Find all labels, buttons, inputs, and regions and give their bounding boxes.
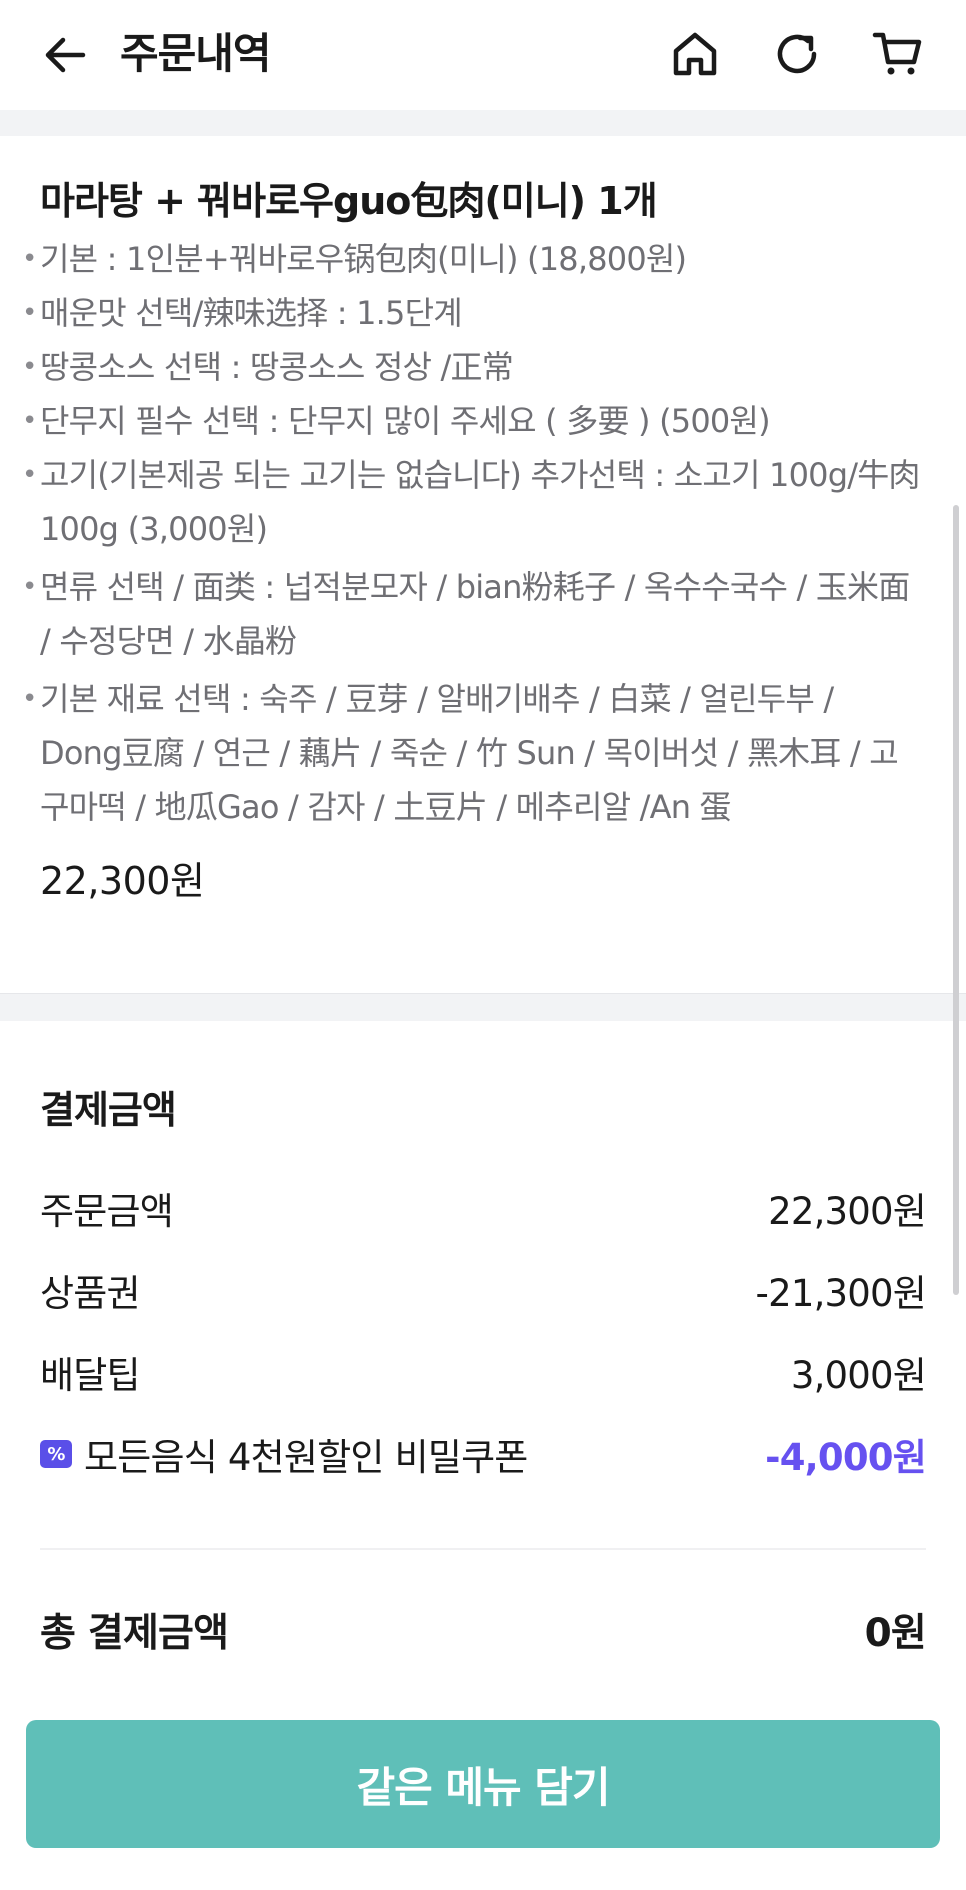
- option-text: 기본 재료 선택 : 숙주 / 豆芽 / 알배기배추 / 白菜 / 얼린두부 /…: [40, 680, 899, 826]
- voucher-row: 상품권 -21,300원: [40, 1260, 927, 1320]
- app-header: 주문내역: [0, 0, 966, 110]
- option-line: • 면류 선택 / 面类 : 넙적분모자 / bian粉耗子 / 옥수수국수 / …: [22, 560, 920, 668]
- coupon-icon: %: [40, 1440, 72, 1468]
- option-line: • 땅콩소스 선택 : 땅콩소스 정상 /正常: [22, 340, 920, 394]
- delivery-tip-value: 3,000원: [790, 1354, 927, 1397]
- option-line: • 단무지 필수 선택 : 단무지 많이 주세요 ( 多要 ) (500원): [22, 394, 920, 448]
- option-text: 매운맛 선택/辣味选择 : 1.5단계: [40, 294, 463, 332]
- coupon-row: % 모든음식 4천원할인 비밀쿠폰 -4,000원: [40, 1424, 927, 1484]
- bullet-icon: •: [22, 572, 37, 602]
- scrollbar[interactable]: [953, 505, 959, 1295]
- voucher-value: -21,300원: [755, 1272, 927, 1315]
- order-amount-label: 주문금액: [40, 1190, 174, 1233]
- option-text: 면류 선택 / 面类 : 넙적분모자 / bian粉耗子 / 옥수수국수 / 玉…: [40, 568, 910, 660]
- bullet-icon: •: [22, 406, 37, 436]
- option-line: • 매운맛 선택/辣味选择 : 1.5단계: [22, 286, 920, 340]
- coupon-value: -4,000원: [765, 1436, 927, 1479]
- refresh-icon: [777, 34, 817, 74]
- bullet-icon: •: [22, 684, 37, 714]
- section-gap: [0, 993, 966, 1021]
- total-value: 0원: [864, 1611, 927, 1656]
- bullet-icon: •: [22, 460, 37, 490]
- menu-title: 마라탕 + 꿔바로우guo包肉(미니) 1개: [40, 179, 658, 223]
- option-line: • 고기(기본제공 되는 고기는 없습니다) 추가선택 : 소고기 100g/牛肉…: [22, 448, 920, 556]
- coupon-label-group: % 모든음식 4천원할인 비밀쿠폰: [40, 1427, 528, 1481]
- voucher-label: 상품권: [40, 1272, 141, 1315]
- cart-icon: [872, 32, 922, 75]
- divider: [40, 1548, 926, 1550]
- total-label: 총 결제금액: [40, 1611, 229, 1656]
- reorder-button[interactable]: 같은 메뉴 담기: [26, 1720, 940, 1848]
- payment-section: 결제금액 주문금액 22,300원 상품권 -21,300원 배달팁 3,000…: [40, 1080, 927, 1656]
- total-row: 총 결제금액 0원: [40, 1600, 927, 1660]
- delivery-tip-row: 배달팁 3,000원: [40, 1342, 927, 1402]
- section-gap: [0, 110, 966, 136]
- page-title: 주문내역: [120, 29, 272, 78]
- home-button[interactable]: [665, 24, 725, 84]
- coupon-label: 모든음식 4천원할인 비밀쿠폰: [84, 1436, 528, 1479]
- bullet-icon: •: [22, 244, 37, 274]
- option-text: 기본 : 1인분+꿔바로우锅包肉(미니) (18,800원): [40, 240, 687, 278]
- back-arrow-icon: [45, 37, 86, 73]
- option-text: 고기(기본제공 되는 고기는 없습니다) 추가선택 : 소고기 100g/牛肉1…: [40, 456, 920, 548]
- order-item: 마라탕 + 꿔바로우guo包肉(미니) 1개 • 기본 : 1인분+꿔바로우锅包肉…: [22, 170, 920, 906]
- refresh-button[interactable]: [767, 24, 827, 84]
- delivery-tip-label: 배달팁: [40, 1354, 141, 1397]
- bullet-icon: •: [22, 298, 37, 328]
- option-line: • 기본 : 1인분+꿔바로우锅包肉(미니) (18,800원): [22, 232, 920, 286]
- option-text: 땅콩소스 선택 : 땅콩소스 정상 /正常: [40, 348, 514, 386]
- order-amount-row: 주문금액 22,300원: [40, 1178, 927, 1238]
- payment-title: 결제금액: [40, 1088, 177, 1132]
- back-button[interactable]: [38, 28, 92, 82]
- bullet-icon: •: [22, 352, 37, 382]
- option-text: 단무지 필수 선택 : 단무지 많이 주세요 ( 多要 ) (500원): [40, 402, 771, 440]
- cart-button[interactable]: [868, 24, 928, 84]
- option-line: • 기본 재료 선택 : 숙주 / 豆芽 / 알배기배추 / 白菜 / 얼린두부 …: [22, 672, 920, 834]
- order-amount-value: 22,300원: [768, 1190, 927, 1233]
- item-price: 22,300원: [40, 859, 205, 903]
- home-icon: [673, 32, 717, 76]
